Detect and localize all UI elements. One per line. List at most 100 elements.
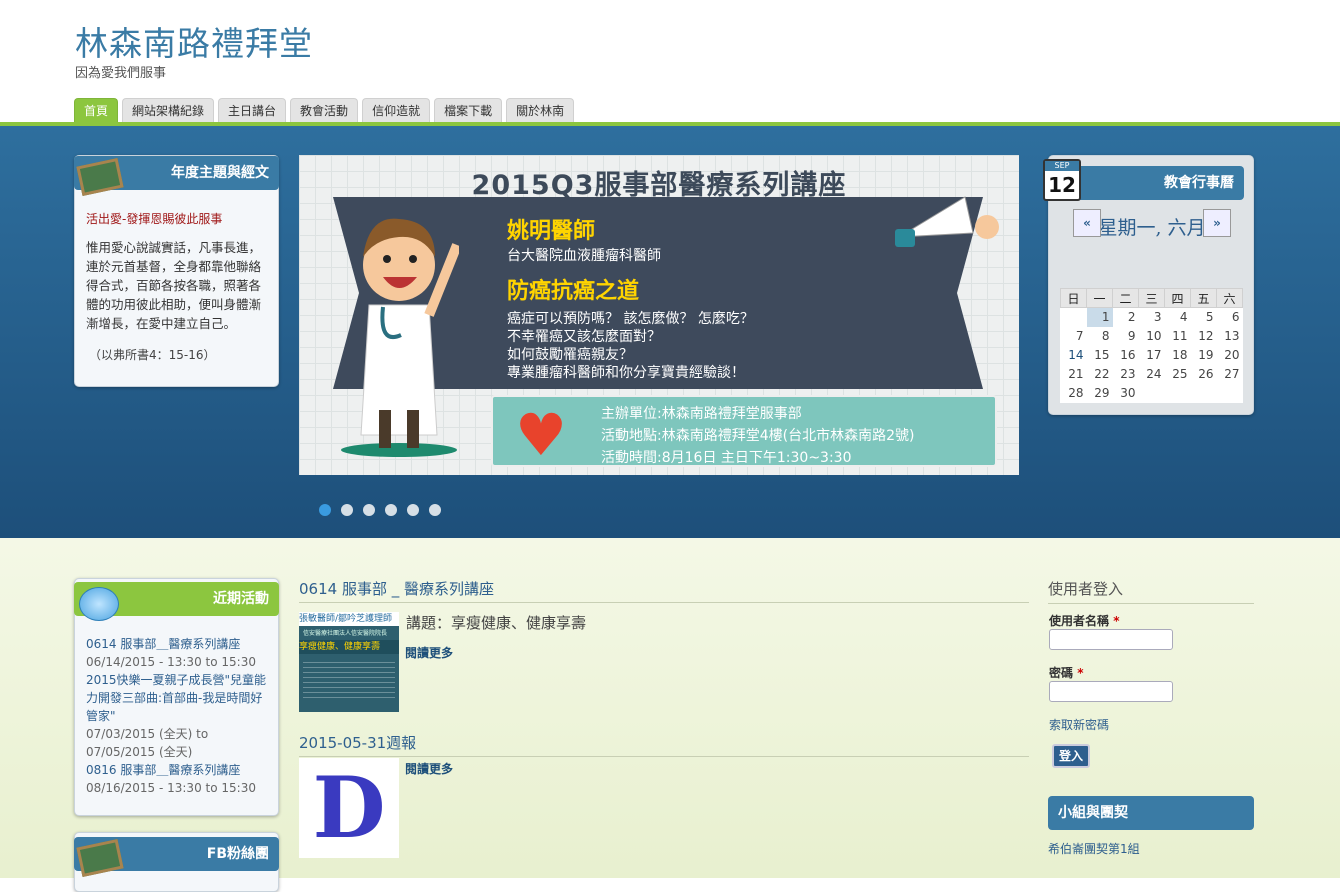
calendar-day[interactable]: 11 [1165,327,1191,346]
slide-dot[interactable] [363,504,375,516]
calendar-day[interactable]: 18 [1165,346,1191,365]
slide-pager [319,504,441,516]
tab-site-log[interactable]: 網站架構紀錄 [122,98,215,123]
article-thumbnail[interactable]: 張敏醫師/鄒吟芝護理師 信安醫療社團法人信安醫院院長 享瘦健康、健康享壽 [299,612,399,712]
speech-bubble-icon [79,587,119,621]
article-thumbnail[interactable]: D [299,758,399,858]
block-title: 教會行事曆 [1076,166,1244,200]
calendar-day[interactable]: 26 [1191,365,1217,384]
heart-icon: ♥ [515,401,567,469]
article-teaser: 0614 服事部 _ 醫療系列講座 張敏醫師/鄒吟芝護理師 信安醫療社團法人信安… [299,578,1029,712]
calendar-day[interactable]: 19 [1191,346,1217,365]
tab-about[interactable]: 關於林南 [506,98,575,123]
calendar-day[interactable]: 22 [1087,365,1113,384]
calendar-day[interactable]: 30 [1113,384,1139,403]
calendar-next-button[interactable]: » [1203,209,1231,237]
weekday-header: 一 [1086,288,1113,308]
thumbnail-body [303,658,395,702]
calendar-grid: 日一二三四五六 1 2 3 4 5 6 7 8 9 10 11 12 13 14 15 16 17 18 19 20 2… [1060,288,1243,403]
weekday-header: 四 [1164,288,1191,308]
forgot-password-link[interactable]: 索取新密碼 [1049,716,1109,733]
slide-dot[interactable] [341,504,353,516]
calendar-day[interactable]: 16 [1113,346,1139,365]
calendar-prev-button[interactable]: « [1073,209,1101,237]
calendar-day [1191,384,1217,403]
calendar-day[interactable]: 6 [1217,308,1243,327]
calendar-day[interactable]: 2 [1113,308,1139,327]
calendar-day[interactable]: 28 [1061,384,1087,403]
password-input[interactable] [1049,681,1173,702]
login-title: 使用者登入 [1048,578,1254,604]
group-link[interactable]: 希伯崙團契第1組 [1048,840,1140,857]
event-date: 08/16/2015 - 13:30 to 15:30 [86,781,256,795]
tab-activities[interactable]: 教會活動 [290,98,359,123]
calendar-day[interactable]: 12 [1191,327,1217,346]
site-name[interactable]: 林森南路禮拜堂 [75,17,313,65]
calendar-day[interactable]: 27 [1217,365,1243,384]
read-more-link[interactable]: 閱讀更多 [405,760,453,777]
doctor-role: 台大醫院血液腫瘤科醫師 [507,248,661,264]
calendar-day[interactable]: 5 [1191,308,1217,327]
megaphone-icon [895,196,999,247]
login-block: 使用者登入 使用者名稱 * 密碼 * 索取新密碼 登入 [1048,578,1254,768]
calendar-day [1139,384,1165,403]
calendar-day[interactable]: 14 [1061,346,1087,365]
article-title[interactable]: 0614 服事部 _ 醫療系列講座 [299,578,1029,603]
read-more-link[interactable]: 閱讀更多 [405,644,453,661]
username-label: 使用者名稱 * [1049,614,1120,628]
slide-dot[interactable] [407,504,419,516]
login-button[interactable]: 登入 [1052,744,1090,768]
info-time: 活動時間:8月16日 主日下午1:30~3:30 [601,450,852,466]
article-teaser-text: 講題：享瘦健康、健康享壽 [406,614,587,632]
calendar-day[interactable]: 13 [1217,327,1243,346]
doctor-illustration-icon [341,218,459,457]
slideshow[interactable]: 2015Q3服事部醫療系列講座 姚明醫師 台大醫院血液腫瘤科醫師 防癌抗癌之道 … [299,155,1019,475]
calendar-day[interactable]: 7 [1061,327,1087,346]
doctor-name: 姚明醫師 [507,219,596,244]
article-title[interactable]: 2015-05-31週報 [299,732,1029,757]
site-header: 林森南路禮拜堂 因為愛我們服事 首頁 網站架構紀錄 主日講台 教會活動 信仰造就… [0,0,1340,125]
calendar-day [1061,308,1087,327]
thumbnail-text: 信安醫療社團法人信安醫院院長 [303,630,388,637]
calendar-day[interactable]: 15 [1087,346,1113,365]
event-date: 07/03/2015 (全天) to 07/05/2015 (全天) [86,727,209,759]
calendar-day[interactable]: 20 [1217,346,1243,365]
calendar-day [1165,384,1191,403]
thumbnail-text: 張敏醫師/鄒吟芝護理師 [299,612,399,626]
tab-home[interactable]: 首頁 [74,98,119,123]
calendar-day[interactable]: 23 [1113,365,1139,384]
event-link[interactable]: 0614 服事部＿醫療系列講座 [86,635,274,653]
question-line: 專業腫瘤科醫師和你分享寶貴經驗談！ [507,365,745,381]
calendar-day[interactable]: 21 [1061,365,1087,384]
password-label: 密碼 * [1049,666,1084,680]
slide-dot[interactable] [385,504,397,516]
recent-events-block: 近期活動 0614 服事部＿醫療系列講座 06/14/2015 - 13:30 … [74,578,279,816]
question-line: 癌症可以預防嗎？ 該怎麼做？ 怎麼吃？ [507,311,754,327]
username-input[interactable] [1049,629,1173,650]
question-line: 不幸罹癌又該怎麼面對？ [507,329,661,345]
calendar-day[interactable]: 29 [1087,384,1113,403]
calendar-icon: SEP 12 [1043,159,1081,201]
event-link[interactable]: 2015快樂一夏親子成長營"兒童能力開發三部曲:首部曲-我是時間好管家" [86,671,274,725]
calendar-day[interactable]: 17 [1139,346,1165,365]
calendar-day[interactable]: 25 [1165,365,1191,384]
slide-dot[interactable] [319,504,331,516]
annual-theme-block: 年度主題與經文 活出愛-發揮恩賜彼此服事 惟用愛心說誠實話，凡事長進，連於元首基… [74,155,279,387]
slide-dot[interactable] [429,504,441,516]
thumbnail-text: 享瘦健康、健康享壽 [299,640,399,654]
calendar-day[interactable]: 10 [1139,327,1165,346]
theme-reference: （以弗所書4：15-16） [89,348,216,362]
calendar-day[interactable]: 1 [1086,307,1113,327]
weekday-header: 二 [1112,288,1139,308]
calendar-day[interactable]: 3 [1139,308,1165,327]
tab-downloads[interactable]: 檔案下載 [434,98,503,123]
calendar-day [1217,384,1243,403]
calendar-day[interactable]: 24 [1139,365,1165,384]
calendar-day[interactable]: 9 [1113,327,1139,346]
event-link[interactable]: 0816 服事部＿醫療系列講座 [86,761,274,779]
church-calendar-block: 教會行事曆 SEP 12 星期一, 六月 « » 日一二三四五六 1234567… [1043,155,1254,415]
tab-faith[interactable]: 信仰造就 [362,98,431,123]
calendar-day[interactable]: 4 [1165,308,1191,327]
tab-sermons[interactable]: 主日講台 [218,98,287,123]
calendar-day[interactable]: 8 [1087,327,1113,346]
